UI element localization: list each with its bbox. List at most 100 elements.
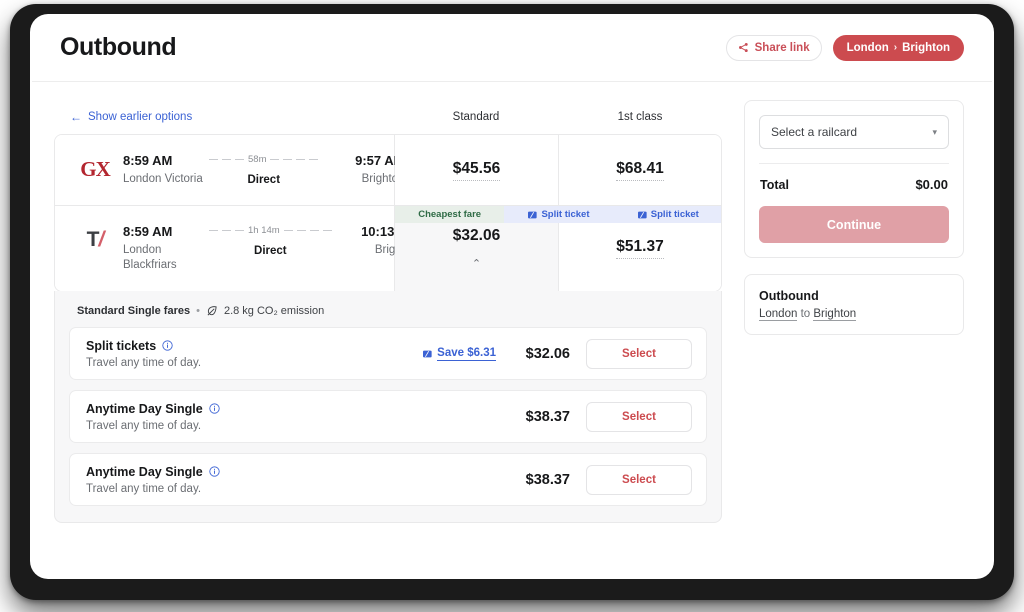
total-label: Total (760, 178, 789, 192)
fares-panel-header: Standard Single fares • 2.8 kg CO₂ emiss… (69, 303, 707, 327)
info-icon[interactable] (209, 403, 220, 414)
expanded-fares-panel: Standard Single fares • 2.8 kg CO₂ emiss… (54, 291, 722, 523)
route-origin: London (847, 42, 889, 54)
departure: 8:59 AM London Victoria (123, 153, 209, 187)
fare-price: $32.06 (512, 346, 570, 362)
departure-time: 8:59 AM (123, 224, 209, 240)
continue-button[interactable]: Continue (759, 206, 949, 243)
total-value: $0.00 (915, 177, 948, 192)
outbound-to-word: to (801, 308, 811, 320)
savings-tag[interactable]: Save $6.31 (423, 347, 496, 361)
split-ticket-icon (638, 211, 647, 219)
chevron-up-icon[interactable]: ⌃ (472, 259, 481, 270)
fare-info: Split tickets Travel any time of day. (86, 339, 423, 369)
departure: 8:59 AM London Blackfriars (123, 224, 209, 273)
dash-line-right (270, 159, 318, 161)
badge-split-label: Split ticket (541, 209, 589, 220)
outbound-destination[interactable]: Brighton (813, 308, 856, 321)
dash-line-right (284, 230, 332, 232)
share-icon (738, 42, 749, 53)
list-item: Anytime Day Single Travel any time of da… (69, 453, 707, 506)
total-row: Total $0.00 (759, 164, 949, 206)
split-ticket-icon (423, 350, 432, 358)
select-button[interactable]: Select (586, 339, 692, 369)
device-frame: Outbound Share link London › Brighton (10, 4, 1014, 600)
dash-line-left (209, 159, 244, 161)
route-badge[interactable]: London › Brighton (833, 35, 964, 61)
outbound-summary-panel: Outbound London to Brighton (744, 274, 964, 335)
arrow-left-icon: ← (70, 111, 82, 123)
fare-cell-standard[interactable]: $45.56 (395, 135, 558, 205)
header-actions: Share link London › Brighton (726, 35, 964, 61)
departure-station: London Victoria (123, 172, 209, 187)
railcard-select[interactable]: Select a railcard ▾ (759, 115, 949, 149)
page-body: ← Show earlier options Standard 1st clas… (30, 82, 994, 523)
first-class-price[interactable]: $51.37 (616, 238, 663, 259)
route-destination: Brighton (902, 42, 950, 54)
results-column: ← Show earlier options Standard 1st clas… (54, 100, 722, 523)
fare-name: Anytime Day Single (86, 402, 203, 416)
show-earlier-options-label: Show earlier options (88, 111, 192, 123)
outbound-summary-route: London to Brighton (759, 308, 949, 320)
split-ticket-icon (528, 211, 537, 219)
arrival-station: Brighton (318, 172, 404, 187)
checkout-panel: Select a railcard ▾ Total $0.00 Continue (744, 100, 964, 258)
standard-price[interactable]: $45.56 (453, 160, 500, 181)
departure-station: London Blackfriars (123, 243, 209, 273)
fare-badges: Cheapest fare Split ticket (395, 206, 722, 223)
fare-name: Anytime Day Single (86, 465, 203, 479)
table-row[interactable]: T/ 8:59 AM London Blackfriars (55, 205, 721, 291)
table-row[interactable]: GX 8:59 AM London Victoria (55, 135, 721, 205)
fares-class-label: Standard Single fares (77, 305, 190, 317)
journey-changes: Direct (254, 245, 287, 257)
fare-info: Anytime Day Single Travel any time of da… (86, 465, 512, 495)
dash-line-left (209, 230, 244, 232)
journey-duration: 1h 14m (248, 225, 280, 236)
column-header-standard: Standard (394, 111, 558, 123)
journey-legs: 8:59 AM London Victoria 58m Di (123, 153, 404, 187)
departure-time: 8:59 AM (123, 153, 209, 169)
fare-subtitle: Travel any time of day. (86, 357, 423, 369)
booking-sidebar: Select a railcard ▾ Total $0.00 Continue… (744, 100, 964, 523)
badge-cheapest-label: Cheapest fare (418, 209, 481, 220)
share-link-label: Share link (755, 42, 810, 54)
duration-line: 58m (209, 154, 318, 165)
duration-line: 1h 14m (209, 225, 332, 236)
share-link-button[interactable]: Share link (726, 35, 822, 61)
badge-cheapest-fare: Cheapest fare (395, 206, 504, 223)
info-icon[interactable] (209, 466, 220, 477)
page-title: Outbound (60, 33, 176, 62)
results-column-header: ← Show earlier options Standard 1st clas… (54, 100, 722, 134)
badge-split-ticket-first: Split ticket (614, 206, 722, 223)
list-item: Split tickets Travel any time of day. (69, 327, 707, 380)
operator-logo: GX (67, 153, 123, 182)
journey-changes: Direct (247, 174, 280, 186)
fare-cell-first-class[interactable]: $68.41 (558, 135, 721, 205)
fare-name-row: Anytime Day Single (86, 402, 512, 416)
separator-dot: • (196, 305, 200, 317)
info-icon[interactable] (162, 340, 173, 351)
select-button[interactable]: Select (586, 465, 692, 495)
page-header: Outbound Share link London › Brighton (32, 14, 992, 82)
thameslink-logo: T/ (87, 228, 104, 252)
select-button[interactable]: Select (586, 402, 692, 432)
journey-middle: 58m Direct (209, 153, 318, 186)
operator-logo: T/ (67, 224, 123, 252)
outbound-origin[interactable]: London (759, 308, 797, 321)
first-class-price[interactable]: $68.41 (616, 160, 663, 181)
journey-middle: 1h 14m Direct (209, 224, 332, 257)
chevron-down-icon: ▾ (932, 127, 937, 138)
leaf-icon (206, 305, 218, 317)
journey-duration: 58m (248, 154, 266, 165)
standard-price[interactable]: $32.06 (453, 227, 500, 247)
fare-subtitle: Travel any time of day. (86, 483, 512, 495)
fare-name-row: Split tickets (86, 339, 423, 353)
train-results-list: GX 8:59 AM London Victoria (54, 134, 722, 292)
co2-emission-label: 2.8 kg CO₂ emission (224, 305, 324, 317)
show-earlier-options-link[interactable]: ← Show earlier options (54, 111, 394, 123)
arrival-time: 9:57 AM (318, 153, 404, 169)
badge-split-label: Split ticket (651, 209, 699, 220)
column-header-first-class: 1st class (558, 111, 722, 123)
gatwick-express-logo: GX (80, 157, 110, 182)
fare-name-row: Anytime Day Single (86, 465, 512, 479)
